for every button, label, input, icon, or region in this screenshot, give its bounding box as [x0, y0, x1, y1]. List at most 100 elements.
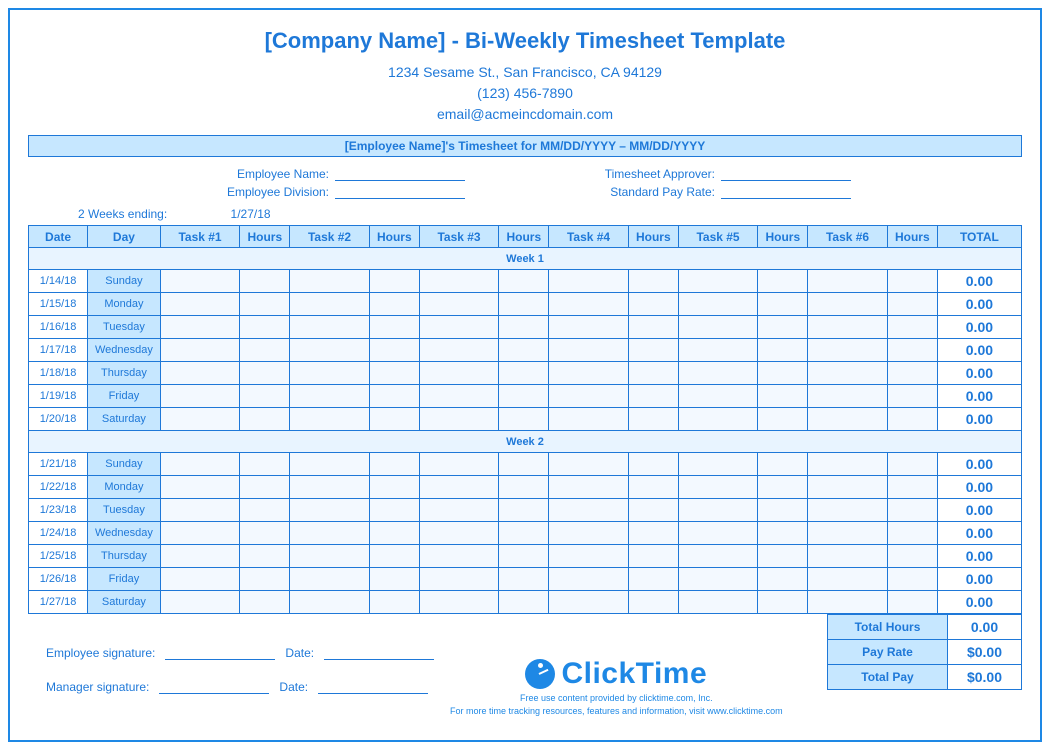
task-cell[interactable] — [678, 408, 758, 431]
hours-cell[interactable] — [369, 522, 419, 545]
hours-cell[interactable] — [240, 476, 290, 499]
hours-cell[interactable] — [758, 591, 808, 614]
hours-cell[interactable] — [887, 568, 937, 591]
hours-cell[interactable] — [369, 408, 419, 431]
hours-cell[interactable] — [758, 568, 808, 591]
task-cell[interactable] — [160, 545, 240, 568]
task-cell[interactable] — [678, 316, 758, 339]
task-cell[interactable] — [290, 270, 370, 293]
hours-cell[interactable] — [240, 408, 290, 431]
hours-cell[interactable] — [499, 499, 549, 522]
hours-cell[interactable] — [628, 453, 678, 476]
task-cell[interactable] — [678, 339, 758, 362]
task-cell[interactable] — [549, 339, 629, 362]
task-cell[interactable] — [160, 408, 240, 431]
task-cell[interactable] — [678, 591, 758, 614]
hours-cell[interactable] — [240, 293, 290, 316]
task-cell[interactable] — [419, 316, 499, 339]
hours-cell[interactable] — [758, 339, 808, 362]
task-cell[interactable] — [160, 293, 240, 316]
task-cell[interactable] — [290, 499, 370, 522]
task-cell[interactable] — [160, 476, 240, 499]
task-cell[interactable] — [808, 522, 888, 545]
task-cell[interactable] — [160, 339, 240, 362]
task-cell[interactable] — [419, 408, 499, 431]
task-cell[interactable] — [678, 362, 758, 385]
task-cell[interactable] — [678, 270, 758, 293]
hours-cell[interactable] — [369, 545, 419, 568]
hours-cell[interactable] — [758, 476, 808, 499]
employee-name-input[interactable] — [335, 167, 465, 181]
hours-cell[interactable] — [758, 453, 808, 476]
employee-sign-date-line[interactable] — [324, 646, 434, 660]
task-cell[interactable] — [549, 408, 629, 431]
hours-cell[interactable] — [499, 316, 549, 339]
task-cell[interactable] — [549, 270, 629, 293]
hours-cell[interactable] — [758, 316, 808, 339]
task-cell[interactable] — [419, 591, 499, 614]
task-cell[interactable] — [549, 476, 629, 499]
hours-cell[interactable] — [240, 453, 290, 476]
hours-cell[interactable] — [499, 591, 549, 614]
hours-cell[interactable] — [499, 453, 549, 476]
task-cell[interactable] — [290, 385, 370, 408]
hours-cell[interactable] — [499, 568, 549, 591]
hours-cell[interactable] — [628, 385, 678, 408]
hours-cell[interactable] — [369, 385, 419, 408]
task-cell[interactable] — [549, 362, 629, 385]
hours-cell[interactable] — [499, 522, 549, 545]
hours-cell[interactable] — [499, 545, 549, 568]
task-cell[interactable] — [808, 545, 888, 568]
task-cell[interactable] — [160, 453, 240, 476]
task-cell[interactable] — [290, 545, 370, 568]
task-cell[interactable] — [678, 476, 758, 499]
hours-cell[interactable] — [240, 339, 290, 362]
hours-cell[interactable] — [758, 293, 808, 316]
hours-cell[interactable] — [628, 408, 678, 431]
task-cell[interactable] — [808, 453, 888, 476]
hours-cell[interactable] — [369, 362, 419, 385]
task-cell[interactable] — [678, 568, 758, 591]
hours-cell[interactable] — [628, 339, 678, 362]
task-cell[interactable] — [419, 339, 499, 362]
hours-cell[interactable] — [240, 270, 290, 293]
task-cell[interactable] — [290, 293, 370, 316]
task-cell[interactable] — [808, 270, 888, 293]
task-cell[interactable] — [808, 476, 888, 499]
hours-cell[interactable] — [887, 522, 937, 545]
hours-cell[interactable] — [369, 476, 419, 499]
hours-cell[interactable] — [499, 270, 549, 293]
employee-division-input[interactable] — [335, 185, 465, 199]
hours-cell[interactable] — [240, 545, 290, 568]
task-cell[interactable] — [808, 362, 888, 385]
hours-cell[interactable] — [628, 362, 678, 385]
task-cell[interactable] — [549, 545, 629, 568]
hours-cell[interactable] — [758, 522, 808, 545]
task-cell[interactable] — [290, 362, 370, 385]
manager-signature-line[interactable] — [159, 680, 269, 694]
task-cell[interactable] — [160, 385, 240, 408]
task-cell[interactable] — [419, 385, 499, 408]
hours-cell[interactable] — [369, 499, 419, 522]
hours-cell[interactable] — [499, 293, 549, 316]
task-cell[interactable] — [808, 499, 888, 522]
hours-cell[interactable] — [887, 591, 937, 614]
task-cell[interactable] — [290, 339, 370, 362]
task-cell[interactable] — [290, 316, 370, 339]
approver-input[interactable] — [721, 167, 851, 181]
task-cell[interactable] — [549, 568, 629, 591]
task-cell[interactable] — [290, 568, 370, 591]
hours-cell[interactable] — [887, 408, 937, 431]
employee-signature-line[interactable] — [165, 646, 275, 660]
hours-cell[interactable] — [499, 476, 549, 499]
hours-cell[interactable] — [628, 522, 678, 545]
hours-cell[interactable] — [240, 499, 290, 522]
task-cell[interactable] — [549, 522, 629, 545]
hours-cell[interactable] — [887, 453, 937, 476]
task-cell[interactable] — [678, 453, 758, 476]
hours-cell[interactable] — [499, 362, 549, 385]
hours-cell[interactable] — [758, 385, 808, 408]
task-cell[interactable] — [678, 385, 758, 408]
task-cell[interactable] — [549, 591, 629, 614]
hours-cell[interactable] — [369, 568, 419, 591]
